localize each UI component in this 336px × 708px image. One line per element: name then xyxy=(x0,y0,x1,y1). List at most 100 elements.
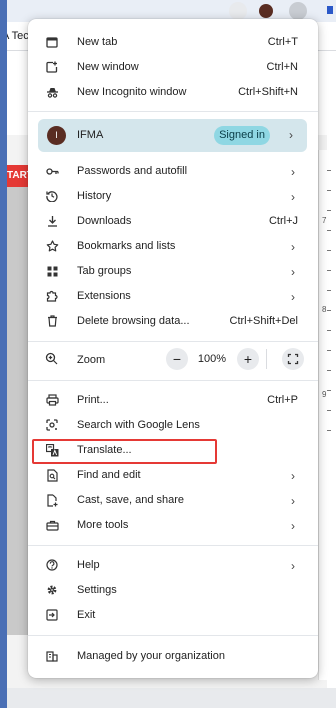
menu-label: Managed by your organization xyxy=(77,650,225,662)
window-border xyxy=(0,0,7,708)
zoom-icon xyxy=(45,352,59,366)
help-icon xyxy=(45,558,59,572)
chevron-right-icon: › xyxy=(291,165,295,179)
divider xyxy=(28,635,318,636)
menu-label: New window xyxy=(77,61,139,73)
vertical-ruler: 7 8 9 xyxy=(318,150,336,680)
new-window-icon xyxy=(45,60,59,74)
star-icon xyxy=(45,239,59,253)
menu-label: Cast, save, and share xyxy=(77,494,185,506)
menu-item-managed[interactable]: Managed by your organization xyxy=(28,644,318,669)
exit-icon xyxy=(45,608,59,622)
zoom-row: Zoom − 100% + xyxy=(28,344,318,374)
chevron-right-icon: › xyxy=(291,469,295,483)
building-icon xyxy=(45,649,59,663)
new-tab-icon xyxy=(45,35,59,49)
menu-item-downloads[interactable]: Downloads Ctrl+J xyxy=(28,209,318,234)
tab-icon xyxy=(229,2,247,20)
menu-label: More tools xyxy=(77,519,129,531)
menu-item-more-tools[interactable]: More tools › xyxy=(28,513,318,538)
fullscreen-button[interactable] xyxy=(282,348,304,370)
menu-label: Extensions xyxy=(77,290,131,302)
puzzle-icon xyxy=(45,289,59,303)
translate-highlight-box xyxy=(32,439,217,464)
menu-label: Find and edit xyxy=(77,469,141,481)
profile-avatar-icon[interactable] xyxy=(259,4,273,18)
chevron-right-icon: › xyxy=(291,190,295,204)
menu-label: Help xyxy=(77,559,100,571)
find-icon xyxy=(45,468,59,482)
menu-item-tab-groups[interactable]: Tab groups › xyxy=(28,259,318,284)
menu-button-icon[interactable] xyxy=(289,2,307,20)
divider xyxy=(266,349,267,369)
ruler-number: 8 xyxy=(322,305,327,314)
shortcut: Ctrl+J xyxy=(268,215,298,227)
menu-label: History xyxy=(77,190,112,202)
chevron-right-icon: › xyxy=(291,494,295,508)
divider xyxy=(28,341,318,342)
shortcut: Ctrl+Shift+N xyxy=(238,86,298,98)
signed-in-badge: Signed in xyxy=(214,126,270,145)
printer-icon xyxy=(45,393,59,407)
divider xyxy=(28,380,318,381)
profile-row[interactable]: I IFMA Signed in › xyxy=(38,119,307,152)
chevron-right-icon: › xyxy=(291,265,295,279)
bottom-bar xyxy=(7,688,336,708)
menu-item-help[interactable]: Help › xyxy=(28,553,318,578)
divider xyxy=(28,545,318,546)
gear-icon xyxy=(45,583,59,597)
menu-item-google-lens[interactable]: Search with Google Lens xyxy=(28,413,318,438)
menu-item-settings[interactable]: Settings xyxy=(28,578,318,603)
menu-label: Search with Google Lens xyxy=(77,419,200,431)
shortcut: Ctrl+N xyxy=(266,61,298,73)
chevron-right-icon: › xyxy=(291,559,295,573)
menu-item-bookmarks[interactable]: Bookmarks and lists › xyxy=(28,234,318,259)
menu-item-new-incognito[interactable]: New Incognito window Ctrl+Shift+N xyxy=(28,80,318,105)
shortcut: Ctrl+Shift+Del xyxy=(229,315,298,327)
key-icon xyxy=(45,164,59,178)
zoom-out-button[interactable]: − xyxy=(166,348,188,370)
profile-name: IFMA xyxy=(77,129,104,141)
download-icon xyxy=(45,214,59,228)
shortcut: Ctrl+P xyxy=(267,394,298,406)
menu-item-find-and-edit[interactable]: Find and edit › xyxy=(28,463,318,488)
menu-label: Downloads xyxy=(77,215,132,227)
menu-label: New Incognito window xyxy=(77,86,187,98)
menu-label: Settings xyxy=(77,584,117,596)
menu-item-delete-browsing-data[interactable]: Delete browsing data... Ctrl+Shift+Del xyxy=(28,309,318,334)
menu-label: Bookmarks and lists xyxy=(77,240,176,252)
tab-groups-icon xyxy=(45,264,59,278)
menu-item-new-window[interactable]: New window Ctrl+N xyxy=(28,55,318,80)
menu-item-history[interactable]: History › xyxy=(28,184,318,209)
chrome-menu: New tab Ctrl+T New window Ctrl+N New Inc… xyxy=(28,19,318,678)
menu-label: Passwords and autofill xyxy=(77,165,188,177)
menu-item-print[interactable]: Print... Ctrl+P xyxy=(28,388,318,413)
shortcut: Ctrl+T xyxy=(267,36,298,48)
zoom-value: 100% xyxy=(197,353,227,365)
cast-icon xyxy=(45,493,59,507)
incognito-icon xyxy=(45,85,59,99)
start-badge: TART xyxy=(7,165,33,187)
lens-icon xyxy=(45,418,59,432)
menu-label: Exit xyxy=(77,609,96,621)
chevron-right-icon: › xyxy=(291,519,295,533)
bookmark-icon xyxy=(327,6,333,14)
toolbox-icon xyxy=(45,518,59,532)
divider xyxy=(28,111,318,112)
menu-item-exit[interactable]: Exit xyxy=(28,603,318,628)
ruler-number: 7 xyxy=(322,216,327,225)
menu-item-new-tab[interactable]: New tab Ctrl+T xyxy=(28,30,318,55)
chevron-right-icon: › xyxy=(289,128,293,142)
zoom-in-button[interactable]: + xyxy=(237,348,259,370)
menu-item-cast-save-share[interactable]: Cast, save, and share › xyxy=(28,488,318,513)
fullscreen-icon xyxy=(287,353,299,365)
chevron-right-icon: › xyxy=(291,240,295,254)
menu-label: New tab xyxy=(77,36,118,48)
menu-item-passwords[interactable]: Passwords and autofill › xyxy=(28,159,318,184)
menu-label: Print... xyxy=(77,394,109,406)
zoom-label: Zoom xyxy=(77,354,106,366)
menu-item-extensions[interactable]: Extensions › xyxy=(28,284,318,309)
menu-label: Delete browsing data... xyxy=(77,315,190,327)
ruler-number: 9 xyxy=(322,390,327,399)
menu-label: Tab groups xyxy=(77,265,132,277)
